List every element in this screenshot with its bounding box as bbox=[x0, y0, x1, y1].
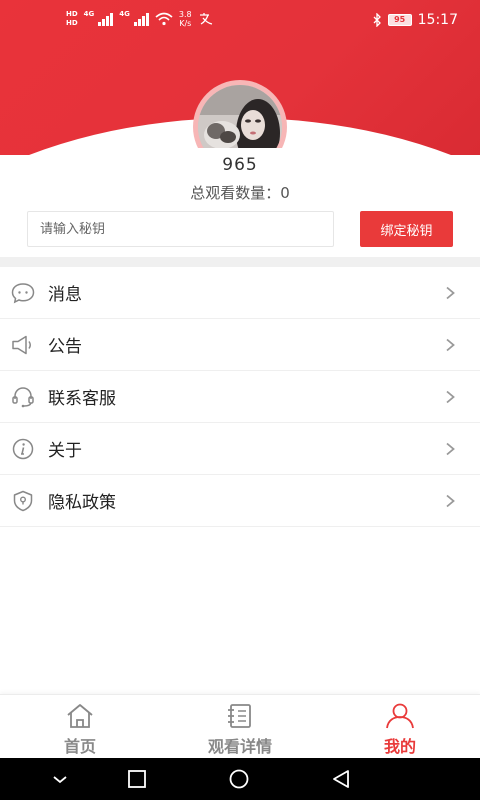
signal-icon bbox=[98, 12, 114, 26]
tab-mine-label: 我的 bbox=[383, 737, 416, 756]
home-icon bbox=[67, 704, 93, 728]
menu-label-messages: 消息 bbox=[48, 285, 82, 305]
menu-label-customer-service: 联系客服 bbox=[48, 389, 116, 409]
status-left: HD HD 4G 4G 3.8 K/s bbox=[66, 10, 214, 28]
section-divider bbox=[0, 257, 480, 267]
hd-top-label: HD bbox=[66, 10, 78, 18]
wifi-icon bbox=[155, 12, 173, 26]
hd-bottom-label: HD bbox=[66, 19, 78, 27]
chevron-down-icon[interactable] bbox=[50, 769, 70, 789]
net-type-2: 4G bbox=[119, 10, 130, 18]
tab-watch-details-label: 观看详情 bbox=[207, 737, 272, 756]
menu-label-privacy-policy: 隐私政策 bbox=[48, 493, 116, 513]
chevron-right-icon bbox=[446, 442, 455, 456]
user-icon bbox=[386, 703, 414, 729]
speed-value: 3.8 bbox=[178, 10, 192, 19]
notebook-icon bbox=[228, 704, 251, 728]
battery-icon: 95 bbox=[387, 14, 412, 26]
shield-icon bbox=[13, 490, 33, 512]
status-bar: HD HD 4G 4G 3.8 K/s 95 15:17 bbox=[0, 0, 480, 42]
tab-mine[interactable]: 我的 bbox=[340, 695, 460, 759]
chevron-right-icon bbox=[446, 494, 455, 508]
bind-key-button[interactable]: 绑定秘钥 bbox=[360, 211, 453, 247]
hd-indicator: HD HD bbox=[66, 10, 78, 28]
tab-watch-details[interactable]: 观看详情 bbox=[180, 695, 300, 759]
megaphone-icon bbox=[12, 335, 31, 355]
chevron-right-icon bbox=[446, 338, 455, 352]
bottom-tab-bar: 首页 观看详情 我的 bbox=[0, 694, 480, 758]
secret-key-input[interactable] bbox=[27, 211, 334, 247]
chat-bubble-icon bbox=[11, 283, 35, 304]
chevron-right-icon bbox=[446, 390, 455, 404]
net-type-1: 4G bbox=[83, 10, 95, 18]
status-right: 95 15:17 bbox=[372, 12, 458, 28]
signal-icon-2 bbox=[133, 12, 149, 26]
chevron-right-icon bbox=[446, 286, 455, 300]
tab-home[interactable]: 首页 bbox=[20, 695, 140, 759]
menu-list: 消息 公告 联系客服 关于 隐私政策 bbox=[0, 267, 480, 527]
network-speed: 3.8 K/s bbox=[179, 10, 192, 28]
menu-item-customer-service[interactable]: 联系客服 bbox=[0, 371, 480, 423]
headset-icon bbox=[12, 387, 34, 408]
menu-item-messages[interactable]: 消息 bbox=[0, 267, 480, 319]
back-icon[interactable] bbox=[330, 769, 352, 789]
menu-label-about: 关于 bbox=[48, 441, 82, 461]
home-nav-icon[interactable] bbox=[228, 769, 250, 789]
total-views: 总观看数量：0 bbox=[190, 184, 290, 202]
clock: 15:17 bbox=[417, 12, 458, 28]
username: 965 bbox=[222, 155, 258, 175]
menu-item-announcements[interactable]: 公告 bbox=[0, 319, 480, 371]
menu-item-about[interactable]: 关于 bbox=[0, 423, 480, 475]
recent-apps-icon[interactable] bbox=[127, 769, 147, 789]
tab-home-label: 首页 bbox=[63, 737, 96, 756]
speed-unit: K/s bbox=[179, 19, 192, 28]
system-navigation-bar bbox=[0, 758, 480, 800]
translate-icon bbox=[199, 13, 212, 25]
menu-label-announcements: 公告 bbox=[48, 337, 82, 357]
bluetooth-icon bbox=[373, 13, 381, 27]
menu-item-privacy-policy[interactable]: 隐私政策 bbox=[0, 475, 480, 527]
info-icon bbox=[12, 438, 34, 460]
